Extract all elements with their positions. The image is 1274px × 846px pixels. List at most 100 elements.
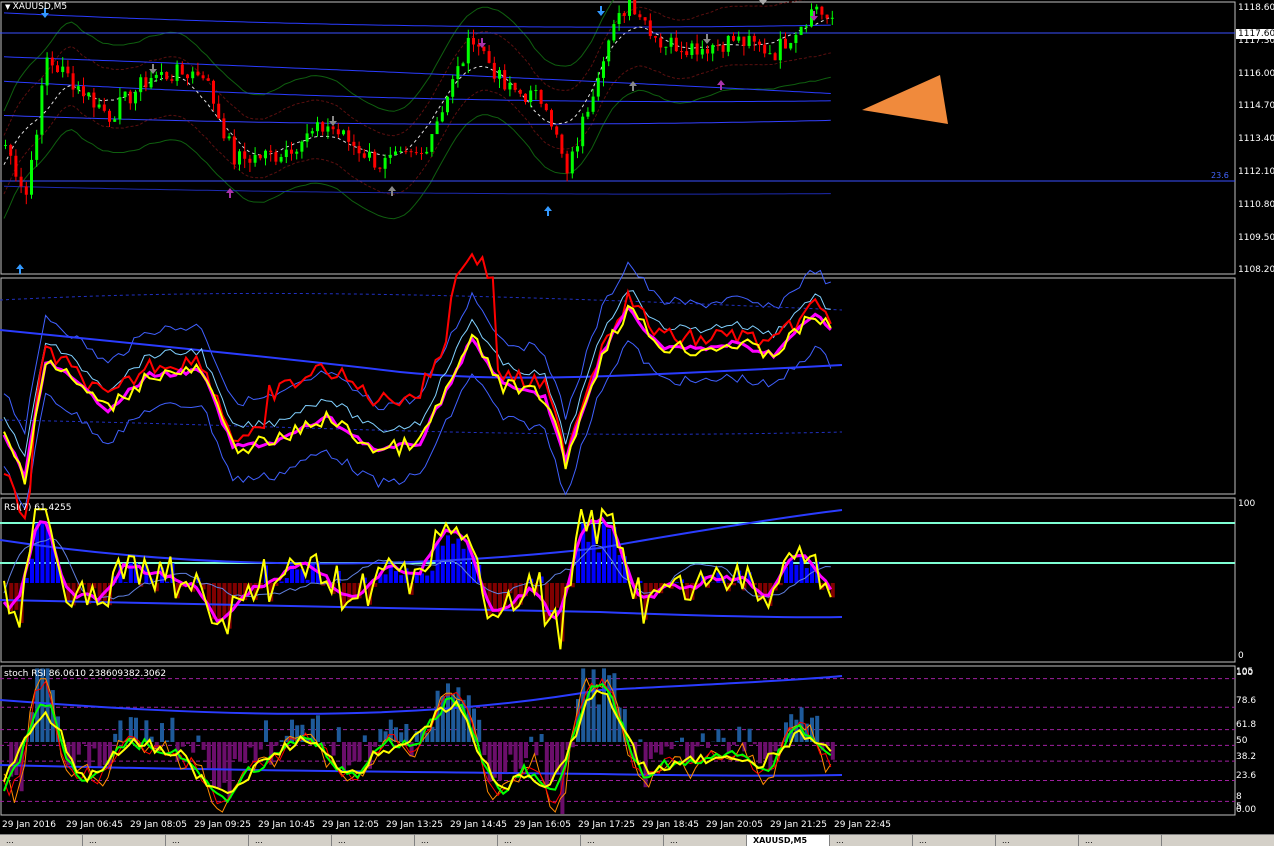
stoch-hist-bar: [399, 732, 403, 742]
time-tick-label: 29 Jan 06:45: [66, 820, 123, 830]
candle-body: [597, 78, 600, 97]
candle-body: [514, 83, 517, 90]
rsi-hist-bar: [384, 574, 388, 583]
candle-body: [607, 40, 610, 61]
candle-body: [498, 70, 501, 79]
chart-tab[interactable]: ...: [913, 835, 996, 846]
chart-area[interactable]: ▼ XAUUSD,M5 RSI(7) 61.4255 stoch RSI 86.…: [0, 0, 1274, 845]
candle-body: [800, 27, 803, 35]
candle-body: [581, 117, 584, 147]
rsi-hist-bar: [415, 574, 419, 583]
candle-body: [612, 24, 615, 40]
candle-body: [711, 45, 714, 53]
stoch-hist-bar: [373, 742, 377, 747]
time-tick-label: 29 Jan 18:45: [642, 820, 699, 830]
stoch-hist-bar: [202, 742, 206, 750]
symbol-title: ▼ XAUUSD,M5: [5, 2, 67, 12]
rsi-tick-label: 0: [1238, 651, 1244, 661]
chart-tab[interactable]: ...: [830, 835, 913, 846]
price-tick-label: 1108.20: [1238, 265, 1274, 275]
stoch-hist-bar: [758, 742, 762, 763]
candle-body: [732, 36, 735, 41]
stoch-hist-bar: [446, 683, 450, 742]
candle-body: [675, 38, 678, 51]
candle-body: [222, 118, 225, 138]
candle-body: [243, 151, 246, 158]
rsi-hist-bar: [493, 583, 497, 612]
chart-tab[interactable]: ...: [83, 835, 166, 846]
chart-tab[interactable]: ...: [664, 835, 747, 846]
candle-body: [202, 75, 205, 78]
stoch-hist-bar: [280, 740, 284, 742]
rsi-hist-bar: [40, 523, 44, 583]
candle-body: [820, 7, 823, 15]
stoch-hist-bar: [737, 727, 741, 742]
stoch-hist-bar: [87, 742, 91, 768]
rsi-hist-bar: [597, 552, 601, 583]
chart-tab[interactable]: ...: [498, 835, 581, 846]
candle-body: [462, 63, 465, 66]
stoch-hist-bar: [753, 742, 757, 744]
chart-tab[interactable]: ...: [415, 835, 498, 846]
chart-tab[interactable]: ...: [581, 835, 664, 846]
chart-tab[interactable]: ...: [0, 835, 83, 846]
candle-body: [321, 122, 324, 131]
candle-body: [488, 51, 491, 63]
stoch-tick-label: 23.6: [1236, 771, 1256, 781]
stoch-tick-label: 78.6: [1236, 696, 1256, 706]
rsi-header: RSI(7) 61.4255: [4, 503, 71, 513]
candle-body: [56, 65, 59, 72]
chart-canvas[interactable]: [0, 0, 1274, 845]
candle-body: [144, 77, 147, 87]
candle-body: [649, 20, 652, 36]
stoch-hist-bar: [529, 737, 533, 742]
candle-body: [742, 37, 745, 46]
candle-body: [326, 126, 329, 131]
candle-body: [618, 13, 621, 24]
rsi-hist-bar: [607, 529, 611, 583]
rsi-hist-bar: [425, 576, 429, 583]
arrow-down-icon: [703, 34, 711, 44]
rsi-hist-bar: [618, 555, 622, 583]
candle-body: [623, 13, 626, 16]
stoch-hist-bar: [347, 742, 351, 765]
time-tick-label: 29 Jan 20:05: [706, 820, 763, 830]
fib-label: 23.6: [1211, 171, 1229, 180]
candle-body: [4, 145, 7, 146]
chart-tab[interactable]: XAUUSD,M5: [747, 835, 830, 846]
candle-body: [576, 146, 579, 151]
chart-tab[interactable]: ...: [332, 835, 415, 846]
envelope-line-1: [4, 81, 831, 101]
chart-tab[interactable]: ...: [249, 835, 332, 846]
candle-body: [399, 151, 402, 152]
stoch-hist-bar: [592, 669, 596, 742]
rsi-hist-bar: [124, 582, 128, 583]
stoch-hist-bar: [92, 742, 96, 748]
stoch-hist-bar: [664, 742, 668, 747]
stoch-hist-bar: [4, 742, 8, 743]
candle-body: [61, 67, 64, 72]
chart-tab[interactable]: ...: [996, 835, 1079, 846]
chart-tab[interactable]: ...: [1079, 835, 1162, 846]
stoch-hist-bar: [207, 742, 211, 768]
stoch-hist-bar: [196, 736, 200, 742]
candle-body: [212, 81, 215, 104]
candle-body: [228, 136, 231, 138]
candle-body: [644, 17, 647, 20]
candle-body: [150, 78, 153, 87]
candle-body: [66, 67, 69, 74]
arrow-down-icon: [329, 116, 337, 126]
stoch-hist-bar: [170, 718, 174, 742]
stoch-hist-bar: [222, 742, 226, 783]
stoch-band-upper: [0, 676, 842, 714]
candle-body: [35, 135, 38, 160]
candle-body: [534, 90, 537, 91]
stoch-hist-bar: [540, 734, 544, 742]
stoch-hist-bar: [649, 742, 653, 759]
chart-tab[interactable]: ...: [166, 835, 249, 846]
candle-body: [295, 152, 298, 154]
candle-body: [670, 38, 673, 47]
candle-body: [389, 155, 392, 158]
stoch-hist-bar: [519, 742, 523, 769]
rsi-hist-bar: [25, 578, 29, 583]
